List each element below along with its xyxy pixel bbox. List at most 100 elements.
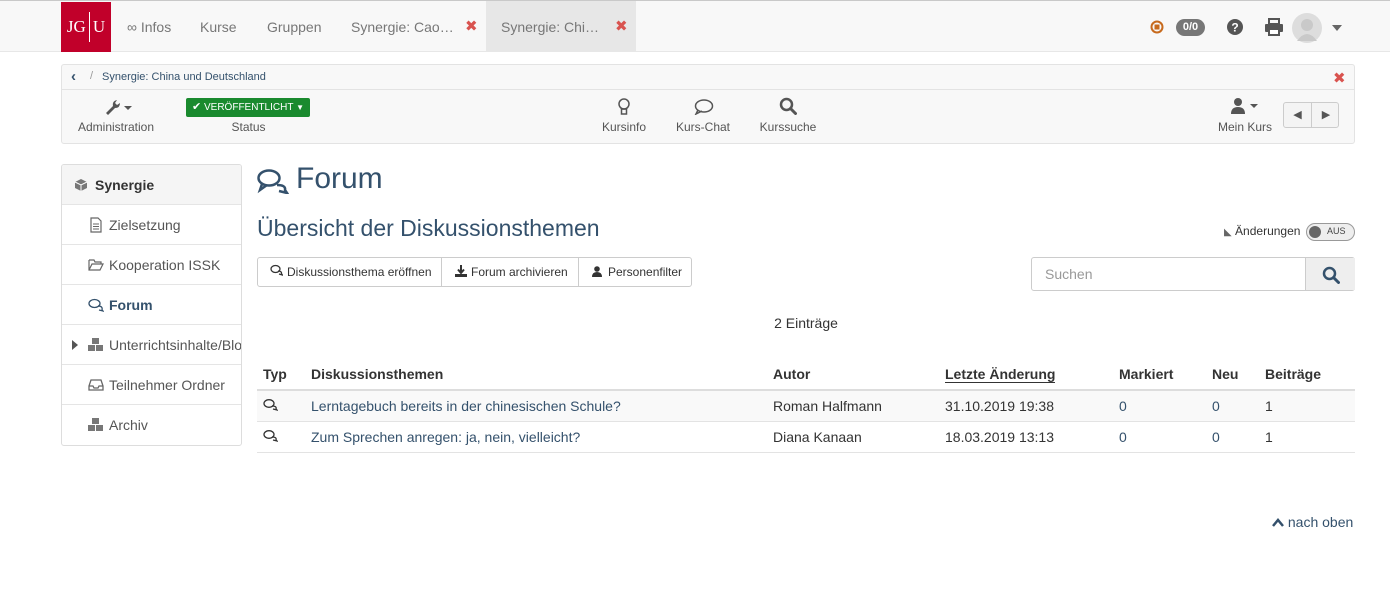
help-icon[interactable]: ? bbox=[1226, 18, 1244, 36]
column-header-posts[interactable]: Beiträge bbox=[1259, 359, 1355, 391]
table-row: Lerntagebuch bereits in der chinesischen… bbox=[257, 390, 1355, 422]
caret-right-icon[interactable] bbox=[72, 340, 88, 350]
user-icon bbox=[1231, 98, 1258, 114]
column-header-new[interactable]: Neu bbox=[1206, 359, 1259, 391]
logo-text-right: U bbox=[92, 17, 106, 36]
back-icon[interactable]: ‹ bbox=[71, 68, 76, 85]
person-filter-button[interactable]: Personenfilter bbox=[578, 257, 692, 287]
kursinfo-tool[interactable]: Kursinfo bbox=[592, 91, 656, 141]
close-course-icon[interactable]: ✖ bbox=[1333, 69, 1346, 87]
top-navigation: JG U ∞ Infos Kurse Gruppen Synergie: Cao… bbox=[0, 0, 1390, 52]
mein-kurs-tool[interactable]: Mein Kurs bbox=[1212, 91, 1278, 141]
back-to-top-link[interactable]: nach oben bbox=[1272, 514, 1353, 530]
posts-cell: 1 bbox=[1259, 390, 1355, 422]
changes-label: Änderungen bbox=[1235, 224, 1301, 238]
administration-tool[interactable]: Administration bbox=[70, 91, 162, 141]
new-cell: 0 bbox=[1206, 421, 1259, 453]
nav-kurse[interactable]: Kurse bbox=[200, 1, 237, 52]
marked-count-link[interactable]: 0 bbox=[1119, 429, 1127, 445]
sidebar-item-label: Kooperation ISSK bbox=[109, 257, 221, 273]
user-tools: 0/0 ? bbox=[1150, 1, 1350, 52]
topic-link[interactable]: Zum Sprechen anregen: ja, nein, vielleic… bbox=[311, 429, 580, 445]
forum-comments-icon bbox=[257, 169, 289, 194]
rss-icon: ◣ bbox=[1224, 227, 1232, 238]
topic-cell: Lerntagebuch bereits in der chinesischen… bbox=[305, 390, 767, 422]
changes-toggle[interactable]: AUS bbox=[1306, 223, 1355, 241]
toggle-knob bbox=[1309, 226, 1321, 238]
lightbulb-icon bbox=[618, 98, 630, 115]
stop-circle-icon[interactable] bbox=[1150, 20, 1164, 34]
new-count-link[interactable]: 0 bbox=[1212, 429, 1220, 445]
university-logo[interactable]: JG U bbox=[61, 2, 111, 52]
sidebar-item-forum[interactable]: Forum bbox=[62, 285, 241, 325]
archive-forum-button[interactable]: Forum archivieren bbox=[441, 257, 579, 287]
print-icon[interactable] bbox=[1264, 18, 1284, 36]
archive-forum-label: Forum archivieren bbox=[471, 265, 568, 279]
sidebar-item-synergie[interactable]: Synergie bbox=[62, 165, 241, 205]
logo-divider bbox=[88, 12, 90, 42]
sidebar-item-kooperation[interactable]: Kooperation ISSK bbox=[62, 245, 241, 285]
nav-gruppen[interactable]: Gruppen bbox=[267, 1, 321, 52]
entries-count: 2 Einträge bbox=[774, 315, 838, 331]
download-icon bbox=[455, 258, 467, 286]
open-topic-button[interactable]: Diskussionsthema eröffnen bbox=[257, 257, 442, 287]
nav-tab-label: Synergie: Chi… bbox=[501, 19, 600, 35]
sidebar-item-archiv[interactable]: Archiv bbox=[62, 405, 241, 445]
breadcrumb-current[interactable]: Synergie: China und Deutschland bbox=[102, 71, 266, 83]
topic-link[interactable]: Lerntagebuch bereits in der chinesischen… bbox=[311, 398, 621, 414]
search-input[interactable] bbox=[1032, 258, 1306, 290]
person-filter-label: Personenfilter bbox=[608, 265, 683, 279]
next-node-icon[interactable]: ▶ bbox=[1312, 103, 1340, 127]
nav-tab-synergie-china[interactable]: Synergie: Chi… bbox=[486, 1, 636, 52]
sidebar-item-unterrichtsinhalte[interactable]: Unterrichtsinhalte/Blog bbox=[62, 325, 241, 365]
counter-badge: 0/0 bbox=[1176, 19, 1205, 36]
previous-node-icon[interactable]: ◀ bbox=[1284, 103, 1312, 127]
sidebar-item-zielsetzung[interactable]: Zielsetzung bbox=[62, 205, 241, 245]
close-tab-icon[interactable]: ✖ bbox=[465, 1, 478, 52]
wrench-icon bbox=[106, 100, 132, 115]
new-count-link[interactable]: 0 bbox=[1212, 398, 1220, 414]
svg-text:?: ? bbox=[1231, 21, 1238, 35]
mein-kurs-label: Mein Kurs bbox=[1217, 120, 1273, 134]
topic-cell: Zum Sprechen anregen: ja, nein, vielleic… bbox=[305, 421, 767, 453]
course-pager: ◀ ▶ bbox=[1283, 102, 1339, 128]
search-button[interactable] bbox=[1305, 258, 1355, 290]
chevron-down-icon[interactable] bbox=[1332, 25, 1342, 31]
column-header-last-change[interactable]: Letzte Änderung bbox=[939, 359, 1113, 391]
kurssuche-tool[interactable]: Kurssuche bbox=[752, 91, 824, 141]
comments-icon bbox=[270, 258, 285, 286]
thread-icon bbox=[263, 398, 280, 411]
chat-bubble-icon bbox=[694, 99, 714, 115]
status-dropdown[interactable]: ✔ VERÖFFENTLICHT ▼ bbox=[186, 98, 310, 117]
close-tab-icon[interactable]: ✖ bbox=[615, 1, 628, 52]
thread-icon bbox=[263, 429, 280, 442]
date-cell: 18.03.2019 13:13 bbox=[939, 421, 1113, 453]
sidebar-item-label: Teilnehmer Ordner bbox=[109, 377, 225, 393]
table-row: Zum Sprechen anregen: ja, nein, vielleic… bbox=[257, 421, 1355, 453]
open-topic-label: Diskussionsthema eröffnen bbox=[287, 265, 432, 279]
nav-tab-synergie-cao[interactable]: Synergie: Cao… bbox=[351, 1, 454, 52]
column-header-marked[interactable]: Markiert bbox=[1113, 359, 1206, 391]
cubes-icon bbox=[88, 418, 103, 431]
search-box bbox=[1031, 257, 1355, 291]
column-header-topics[interactable]: Diskussionsthemen bbox=[305, 359, 767, 391]
inbox-icon bbox=[88, 379, 104, 391]
avatar[interactable] bbox=[1292, 13, 1322, 43]
type-cell bbox=[257, 421, 305, 453]
sidebar-item-teilnehmer-ordner[interactable]: Teilnehmer Ordner bbox=[62, 365, 241, 405]
administration-label: Administration bbox=[77, 120, 155, 134]
marked-count-link[interactable]: 0 bbox=[1119, 398, 1127, 414]
toggle-label: AUS bbox=[1327, 226, 1346, 236]
posts-cell: 1 bbox=[1259, 421, 1355, 453]
nav-infos[interactable]: ∞ Infos bbox=[127, 1, 171, 52]
cubes-icon bbox=[88, 338, 103, 351]
sidebar-item-label: Synergie bbox=[95, 177, 155, 193]
cube-icon bbox=[74, 179, 88, 191]
sidebar-item-label: Unterrichtsinhalte/Blog bbox=[109, 337, 241, 353]
kurs-chat-tool[interactable]: Kurs-Chat bbox=[668, 91, 738, 141]
column-header-author[interactable]: Autor bbox=[767, 359, 939, 391]
chevron-up-icon bbox=[1272, 518, 1284, 527]
kursinfo-label: Kursinfo bbox=[601, 120, 647, 134]
marked-cell: 0 bbox=[1113, 390, 1206, 422]
logo-text-left: JG bbox=[66, 17, 86, 36]
